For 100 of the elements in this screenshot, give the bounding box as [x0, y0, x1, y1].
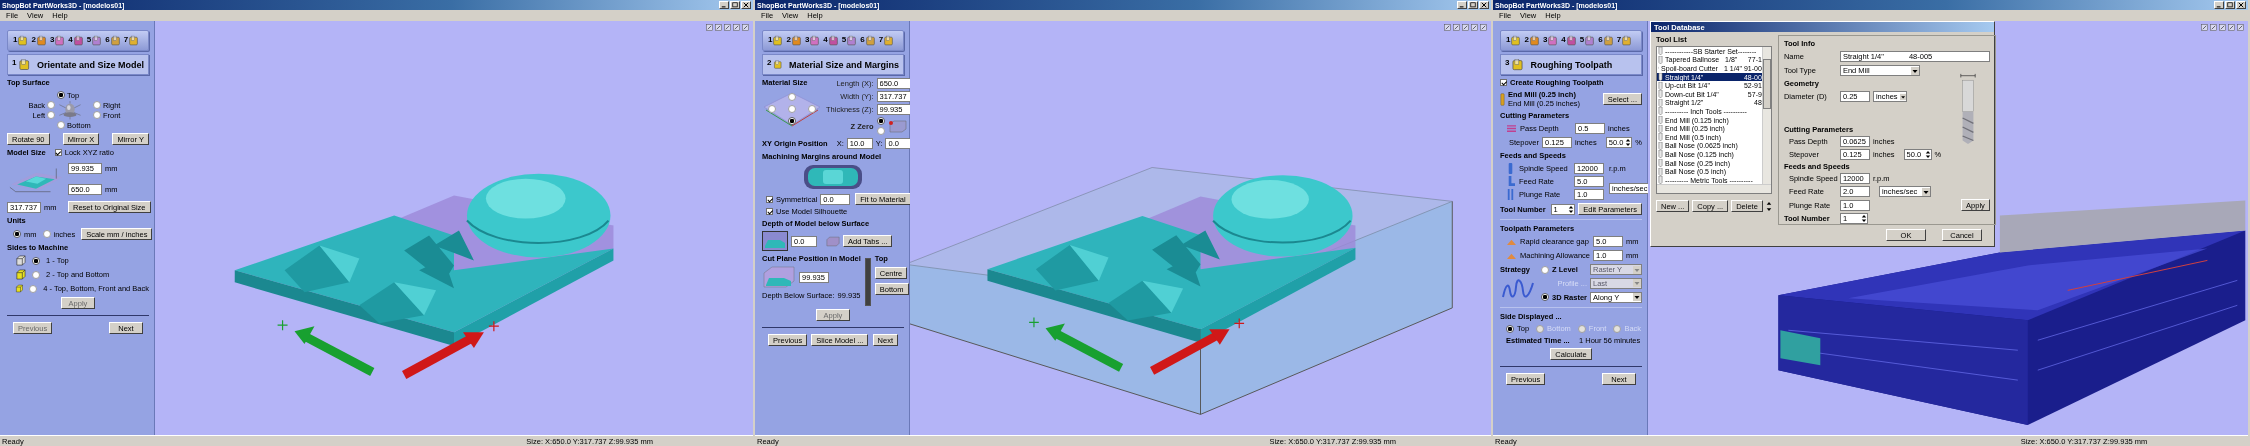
maximize-icon — [732, 2, 738, 8]
step-button[interactable]: 1 — [1506, 35, 1522, 46]
checkbox[interactable] — [54, 149, 62, 156]
view-tool-icon[interactable] — [1453, 24, 1460, 31]
step-icon — [1584, 35, 1596, 46]
step-button[interactable]: 6 — [860, 35, 876, 46]
radio-button[interactable] — [57, 91, 66, 99]
step-button[interactable]: 2 — [786, 35, 802, 46]
horizontal-scroll-bar[interactable] — [1657, 184, 1771, 193]
step-button[interactable]: 2 — [31, 35, 47, 46]
car-top-view-drawing — [803, 164, 863, 190]
spin-arrows-icon[interactable] — [1765, 200, 1772, 212]
maximize-button[interactable] — [1468, 1, 1478, 9]
step-icon — [809, 35, 821, 46]
radio-button[interactable] — [1541, 265, 1549, 274]
step-button[interactable]: 4 — [68, 35, 84, 46]
minimize-button[interactable] — [719, 1, 729, 9]
radio-button[interactable] — [32, 270, 40, 279]
step-icon — [91, 35, 103, 46]
view-tool-icon[interactable] — [1462, 24, 1469, 31]
radio-button[interactable] — [92, 101, 101, 109]
step-button[interactable]: 3 — [804, 35, 821, 46]
step-button[interactable]: 3 — [49, 35, 66, 46]
close-icon — [743, 2, 749, 8]
view-tool-icon[interactable] — [742, 24, 749, 31]
toolpath-parameter-icon — [1506, 237, 1517, 246]
minimize-button[interactable] — [2214, 1, 2224, 9]
step-icon — [1511, 58, 1525, 71]
radio-button[interactable] — [788, 93, 796, 101]
close-button[interactable] — [741, 1, 751, 9]
radio-button[interactable] — [876, 127, 885, 135]
radio-button[interactable] — [876, 117, 885, 125]
step-icon — [1602, 35, 1614, 46]
minimize-button[interactable] — [1457, 1, 1467, 9]
view-tool-icon[interactable] — [2210, 24, 2217, 31]
step-button[interactable]: 7 — [1616, 35, 1633, 46]
radio-button[interactable] — [42, 230, 51, 238]
maximize-button[interactable] — [2225, 1, 2235, 9]
toolpath-parameter-icon — [1506, 251, 1517, 260]
radio-button[interactable] — [47, 101, 56, 109]
step-icon — [790, 35, 802, 46]
3d-viewport[interactable] — [1648, 21, 2248, 435]
radio-button[interactable] — [788, 105, 796, 113]
step-button[interactable]: 3 — [1542, 35, 1559, 46]
step-button[interactable]: 5 — [86, 35, 103, 46]
view-tool-icon[interactable] — [1444, 24, 1451, 31]
radio-button[interactable] — [1506, 324, 1514, 333]
step-button[interactable]: 1 — [768, 35, 784, 46]
step-button[interactable]: 7 — [878, 35, 895, 46]
checkbox[interactable] — [766, 208, 773, 215]
radio-button[interactable] — [32, 256, 40, 265]
radio-button[interactable] — [1541, 293, 1549, 301]
maximize-button[interactable] — [730, 1, 740, 9]
step-button[interactable]: 5 — [841, 35, 858, 46]
view-tool-icon[interactable] — [1471, 24, 1478, 31]
dropdown-arrow-icon — [1899, 92, 1906, 101]
step-button[interactable]: 4 — [1561, 35, 1577, 46]
step-button[interactable]: 7 — [123, 35, 140, 46]
vertical-scroll-bar[interactable] — [1761, 47, 1771, 185]
radio-button[interactable] — [768, 105, 776, 113]
view-tool-icon[interactable] — [2201, 24, 2208, 31]
step-icon — [883, 35, 895, 46]
view-tool-icon[interactable] — [724, 24, 731, 31]
radio-button[interactable] — [29, 284, 38, 293]
spin-arrows-icon — [1568, 204, 1575, 214]
view-tool-icon[interactable] — [715, 24, 722, 31]
step-icon — [1547, 35, 1559, 46]
step-button[interactable]: 2 — [1524, 35, 1540, 46]
view-tool-icon[interactable] — [706, 24, 713, 31]
heading-title: Roughing Toolpath — [1530, 59, 1613, 70]
step-button[interactable]: 4 — [823, 35, 839, 46]
view-tool-icon[interactable] — [2228, 24, 2235, 31]
view-tool-icon[interactable] — [733, 24, 740, 31]
step-icon — [1621, 35, 1633, 46]
radio-button[interactable] — [47, 111, 56, 119]
step-button[interactable]: 5 — [1579, 35, 1596, 46]
checkbox[interactable] — [766, 195, 773, 203]
radio-button[interactable] — [788, 117, 796, 125]
step-number: 3 — [1505, 58, 1510, 67]
checkbox[interactable] — [1500, 79, 1507, 86]
step-button[interactable]: 6 — [105, 35, 121, 46]
view-tool-icon[interactable] — [2219, 24, 2226, 31]
close-button[interactable] — [2236, 1, 2246, 9]
radio-button[interactable] — [13, 230, 21, 238]
cut-plane-drawing — [762, 265, 796, 289]
step-icon — [772, 35, 784, 46]
step-icon — [54, 35, 66, 46]
view-tool-icon[interactable] — [1480, 24, 1487, 31]
step-button[interactable]: 1 — [13, 35, 29, 46]
close-button[interactable] — [1479, 1, 1489, 9]
step-button[interactable]: 6 — [1598, 35, 1614, 46]
cube-icon — [15, 283, 24, 294]
maximize-icon — [1470, 2, 1476, 8]
step-icon — [18, 58, 31, 71]
radio-button[interactable] — [92, 111, 101, 119]
radio-button[interactable] — [57, 121, 66, 129]
radio-button[interactable] — [808, 105, 816, 113]
z-zero-block-icon — [886, 119, 907, 133]
view-tool-icon[interactable] — [2237, 24, 2244, 31]
step-icon — [128, 35, 140, 46]
